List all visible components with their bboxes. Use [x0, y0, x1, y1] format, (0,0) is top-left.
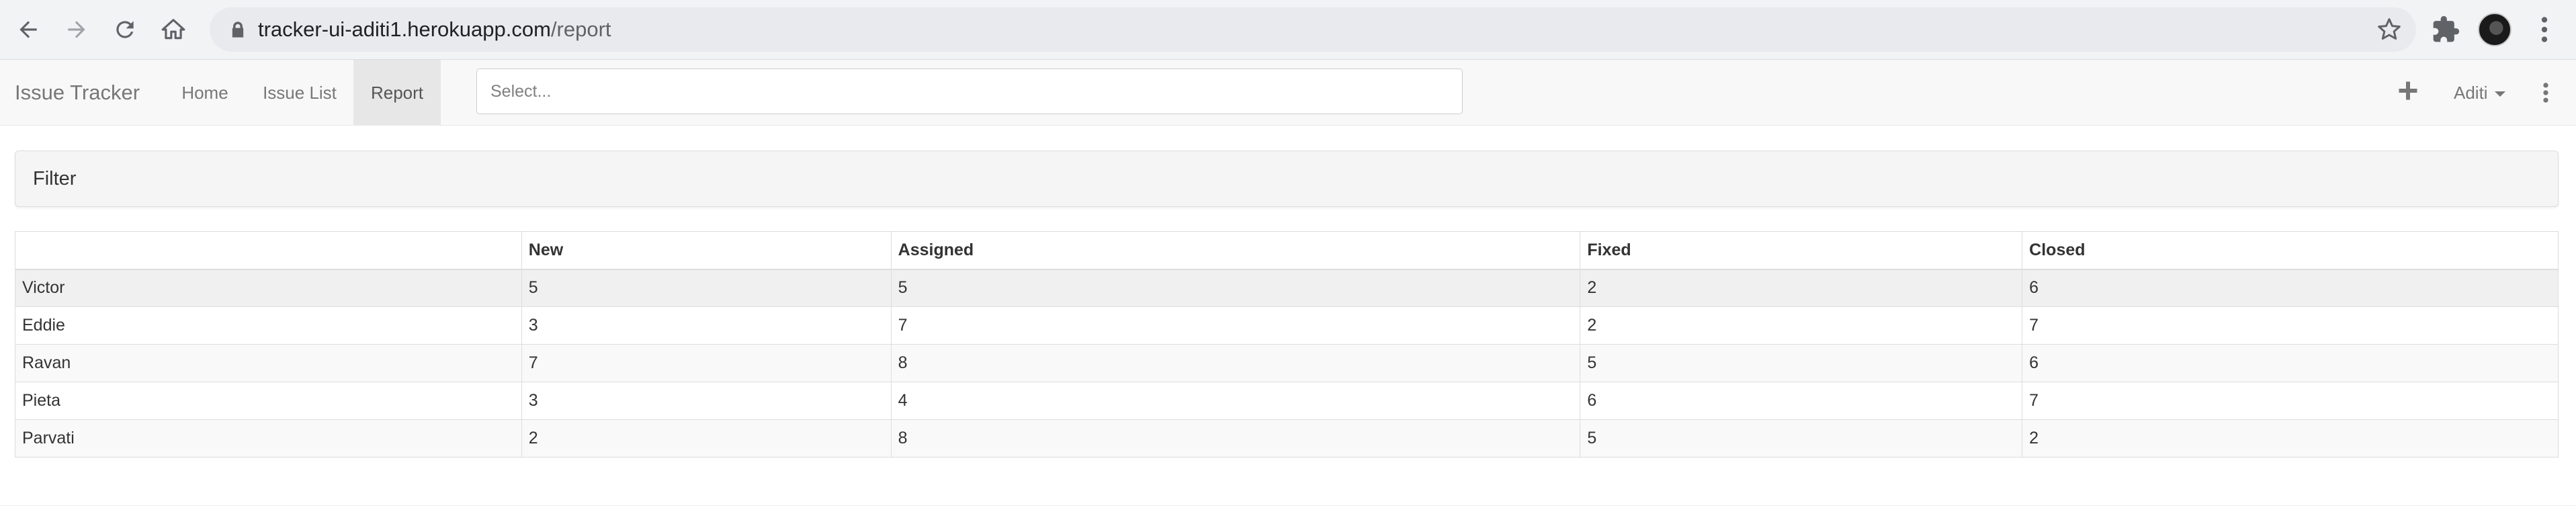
- plus-icon[interactable]: [2396, 79, 2420, 103]
- browser-toolbar: tracker-ui-aditi1.herokuapp.com/report: [0, 0, 2576, 60]
- fixed-count-cell: 5: [1580, 419, 2023, 458]
- fixed-count-cell: 2: [1580, 269, 2023, 307]
- fixed-count-cell: 6: [1580, 382, 2023, 420]
- lock-icon: [232, 21, 244, 38]
- url-host: tracker-ui-aditi1.herokuapp.com: [258, 17, 551, 41]
- new-count-cell: 7: [521, 344, 892, 382]
- column-header-assignee: [15, 231, 522, 270]
- table-row: Parvati 2 8 5 2: [15, 419, 2559, 458]
- assignee-cell: Parvati: [15, 419, 522, 458]
- user-name: Aditi: [2454, 83, 2488, 103]
- report-table: New Assigned Fixed Closed Victor 5 5 2 6…: [15, 231, 2559, 458]
- new-count-cell: 3: [521, 382, 892, 420]
- caret-down-icon: [2494, 91, 2505, 97]
- reload-button[interactable]: [107, 11, 143, 48]
- new-count-cell: 3: [521, 306, 892, 345]
- back-icon: [19, 21, 37, 38]
- extensions-icon[interactable]: [2431, 15, 2460, 44]
- assigned-count-cell: 8: [890, 344, 1581, 382]
- home-button[interactable]: [155, 11, 191, 48]
- filter-panel-title[interactable]: Filter: [33, 151, 76, 206]
- reload-icon: [116, 21, 134, 38]
- forward-icon: [68, 21, 85, 38]
- filter-panel[interactable]: Filter: [15, 150, 2559, 207]
- assigned-count-cell: 4: [890, 382, 1581, 420]
- select-placeholder: Select...: [490, 82, 552, 101]
- closed-count-cell: 2: [2022, 419, 2559, 458]
- column-header-closed: Closed: [2022, 231, 2559, 270]
- assigned-count-cell: 8: [890, 419, 1581, 458]
- table-row: Victor 5 5 2 6: [15, 269, 2559, 307]
- column-header-assigned: Assigned: [890, 231, 1581, 270]
- url-text: tracker-ui-aditi1.herokuapp.com/report: [258, 7, 611, 52]
- app-navbar: Issue Tracker Home Issue List Report Sel…: [0, 60, 2576, 126]
- user-dropdown[interactable]: Aditi: [2454, 60, 2505, 126]
- chrome-menu-icon[interactable]: [2528, 12, 2561, 47]
- nav-link-issue-list[interactable]: Issue List: [250, 60, 349, 126]
- star-icon[interactable]: [2376, 16, 2403, 43]
- forward-button[interactable]: [58, 11, 95, 48]
- new-count-cell: 5: [521, 269, 892, 307]
- back-button[interactable]: [10, 11, 46, 48]
- assignee-cell: Eddie: [15, 306, 522, 345]
- column-header-fixed: Fixed: [1580, 231, 2023, 270]
- assigned-count-cell: 5: [890, 269, 1581, 307]
- assignee-cell: Victor: [15, 269, 522, 307]
- issue-search-select[interactable]: Select...: [476, 69, 1463, 114]
- page-divider: [0, 505, 2576, 506]
- table-row: Pieta 3 4 6 7: [15, 382, 2559, 420]
- closed-count-cell: 6: [2022, 269, 2559, 307]
- closed-count-cell: 6: [2022, 344, 2559, 382]
- assignee-cell: Pieta: [15, 382, 522, 420]
- assignee-cell: Ravan: [15, 344, 522, 382]
- fixed-count-cell: 5: [1580, 344, 2023, 382]
- table-header-row: New Assigned Fixed Closed: [15, 231, 2559, 270]
- table-row: Ravan 7 8 5 6: [15, 344, 2559, 382]
- home-icon: [161, 19, 185, 40]
- new-count-cell: 2: [521, 419, 892, 458]
- table-row: Eddie 3 7 2 7: [15, 306, 2559, 345]
- assigned-count-cell: 7: [890, 306, 1581, 345]
- address-bar[interactable]: tracker-ui-aditi1.herokuapp.com/report: [210, 7, 2416, 52]
- fixed-count-cell: 2: [1580, 306, 2023, 345]
- closed-count-cell: 7: [2022, 306, 2559, 345]
- column-header-new: New: [521, 231, 892, 270]
- nav-link-home[interactable]: Home: [168, 60, 242, 126]
- profile-avatar[interactable]: [2478, 13, 2511, 46]
- kebab-icon[interactable]: [2538, 80, 2553, 105]
- url-path: /report: [550, 17, 611, 41]
- brand-title[interactable]: Issue Tracker: [15, 60, 140, 126]
- nav-link-report[interactable]: Report: [353, 60, 441, 126]
- closed-count-cell: 7: [2022, 382, 2559, 420]
